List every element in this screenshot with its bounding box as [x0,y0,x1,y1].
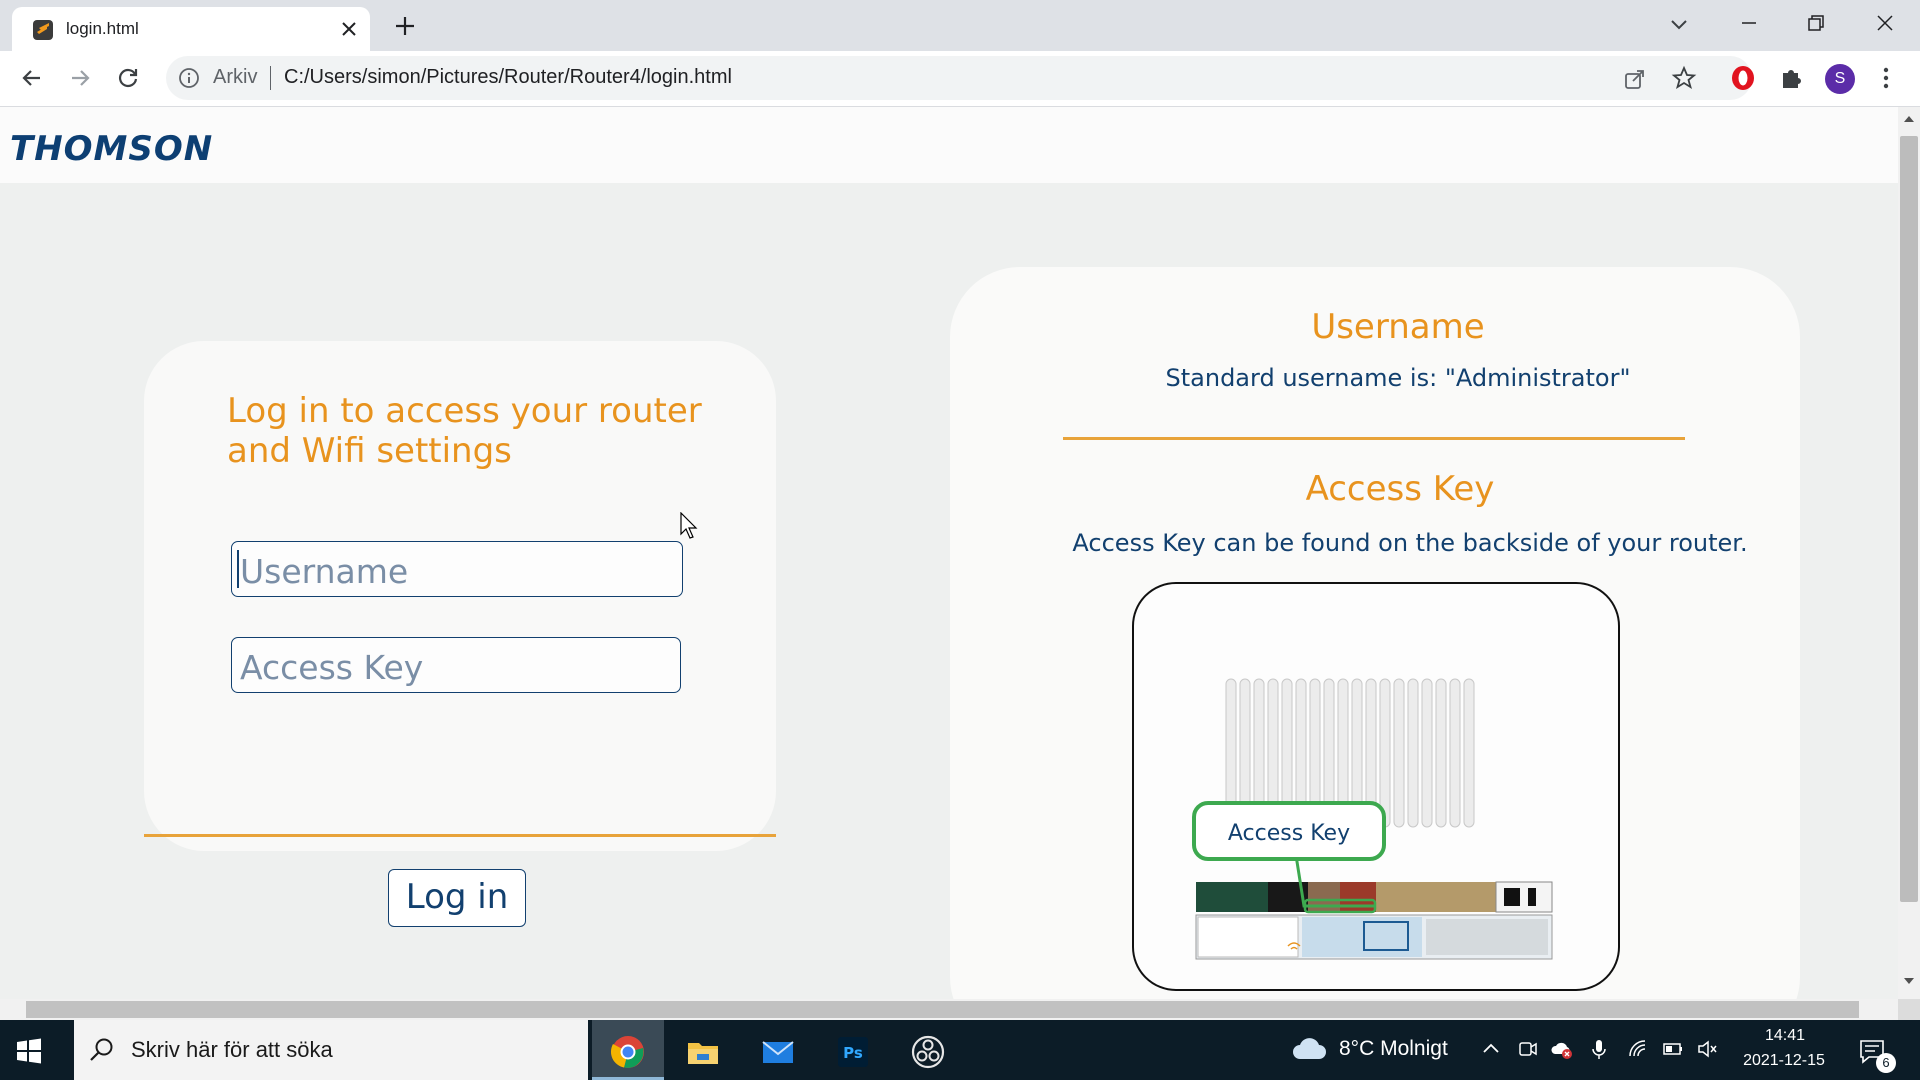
scrollbar-corner [1898,999,1920,1020]
tab-login[interactable]: login.html [12,7,370,51]
page-header: THOMSON [0,107,1898,183]
scroll-up-arrow-icon[interactable] [1898,111,1920,127]
mouse-cursor-icon [680,512,698,539]
photoshop-icon: Ps [838,1037,868,1067]
login-button[interactable]: Log in [388,869,526,927]
taskbar-search-placeholder: Skriv här för att söka [131,1037,333,1062]
access-key-placeholder: Access Key [240,648,424,687]
file-explorer-icon [688,1043,718,1064]
access-key-input[interactable]: Access Key [231,637,681,693]
page-viewport: THOMSON Log in to access your router and… [0,107,1898,999]
notification-count-badge: 6 [1876,1053,1896,1073]
bookmark-star-icon[interactable] [1671,65,1697,91]
sublime-favicon-icon [33,20,53,40]
restore-icon[interactable] [1803,10,1829,36]
weather-cloud-icon[interactable] [1291,1033,1327,1063]
search-icon [90,1038,113,1061]
extensions-puzzle-icon[interactable] [1777,64,1805,92]
clock-time[interactable]: 14:41 [1760,1027,1810,1045]
access-key-info-text: Access Key can be found on the backside … [1072,529,1748,557]
site-info-icon[interactable] [178,67,200,89]
chrome-icon [610,1036,644,1068]
back-arrow-icon[interactable] [18,64,46,92]
login-card: Log in to access your router and Wifi se… [144,341,776,927]
callout-label: Access Key [1228,821,1350,846]
login-heading: Log in to access your router and Wifi se… [227,391,702,471]
username-input[interactable]: Username [231,541,683,597]
windows-start-icon[interactable] [15,1037,43,1065]
meet-now-icon[interactable] [1517,1038,1539,1060]
tab-strip: login.html [0,0,1920,51]
tab-title: login.html [66,19,139,38]
taskbar-app-chrome[interactable] [592,1020,664,1080]
onedrive-error-icon[interactable] [1551,1038,1573,1060]
chrome-menu-icon[interactable] [1874,64,1898,92]
tab-search-chevron-icon[interactable] [1667,12,1691,36]
profile-avatar[interactable]: S [1825,64,1855,94]
site-info-label: Arkiv [213,66,258,88]
info-divider [1063,437,1685,440]
forward-arrow-icon[interactable] [66,64,94,92]
username-placeholder: Username [240,552,409,591]
opera-extension-icon[interactable] [1729,64,1757,92]
username-info-text: Standard username is: "Administrator" [1165,364,1631,392]
text-caret [237,550,239,588]
battery-icon[interactable] [1662,1038,1684,1060]
clock-date[interactable]: 2021-12-15 [1734,1052,1834,1070]
address-separator [270,66,271,90]
router-sticker-label [1195,914,1553,960]
router-backside-image: Access Key [1132,582,1620,991]
scroll-down-arrow-icon[interactable] [1898,973,1920,989]
obs-icon [911,1035,945,1069]
mail-icon [762,1041,794,1063]
access-key-info-title: Access Key [1305,469,1495,509]
weather-text[interactable]: 8°C Molnigt [1339,1037,1448,1061]
close-window-icon[interactable] [1872,10,1898,36]
reload-icon[interactable] [114,64,142,92]
thomson-logo: THOMSON [10,129,214,169]
svg-text:Ps: Ps [843,1044,863,1062]
browser-toolbar: Arkiv C:/Users/simon/Pictures/Router/Rou… [0,51,1920,107]
url-text[interactable]: C:/Users/simon/Pictures/Router/Router4/l… [284,66,732,89]
minimize-icon[interactable] [1736,10,1762,36]
horizontal-scroll-thumb[interactable] [26,1001,1859,1018]
taskbar-search-box[interactable]: Skriv här för att söka [74,1020,588,1080]
share-icon[interactable] [1622,66,1648,92]
close-tab-icon[interactable] [337,17,361,41]
taskbar-app-file-explorer[interactable] [667,1020,739,1080]
taskbar-app-mail[interactable] [742,1020,814,1080]
microphone-icon[interactable] [1588,1038,1610,1060]
username-info-title: Username [1311,307,1485,347]
windows-taskbar: Skriv här för att söka Ps 8°C Molnigt 14… [0,1020,1920,1080]
show-hidden-icons-chevron-icon[interactable] [1480,1038,1502,1060]
wifi-icon[interactable] [1627,1038,1649,1060]
info-card: Username Standard username is: "Administ… [950,267,1800,999]
taskbar-app-photoshop[interactable]: Ps [817,1020,889,1080]
taskbar-app-obs[interactable] [892,1020,964,1080]
address-bar[interactable]: Arkiv C:/Users/simon/Pictures/Router/Rou… [166,56,1752,100]
login-divider [144,834,776,837]
volume-muted-icon[interactable] [1696,1038,1718,1060]
new-tab-icon[interactable] [392,13,418,39]
router-illustration: Access Key [1192,678,1553,960]
vertical-scroll-thumb[interactable] [1900,136,1918,902]
